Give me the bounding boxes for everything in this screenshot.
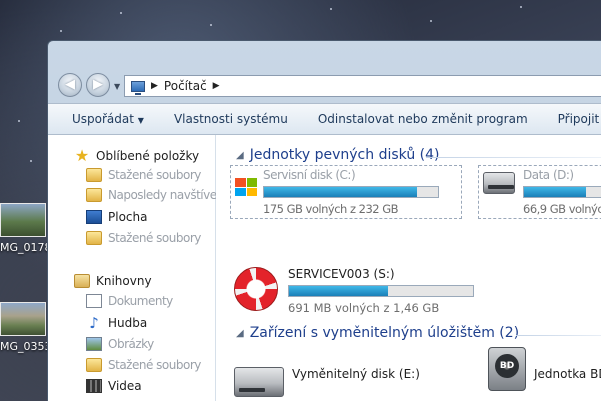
sidebar-item-label: Hudba (108, 316, 148, 330)
sidebar-item-label: Obrázky (108, 337, 154, 351)
folder-icon (86, 358, 102, 372)
collapse-arrow-icon[interactable]: ◢ (236, 328, 244, 339)
drive-name: Vyměnitelný disk (E:) (292, 367, 420, 381)
desktop-icon-label: MG_0178 (0, 241, 52, 254)
removable-group-header[interactable]: ◢ Zařízení s vyměnitelným úložištěm (2) (236, 325, 519, 341)
star (430, 20, 432, 22)
sidebar-item-downloads-lib[interactable]: Stažené soubory (86, 356, 201, 374)
drive-usage-bar (523, 186, 601, 198)
drive-free-space: 691 MB volných z 1,46 GB (288, 301, 440, 315)
sidebar-item-label: Dokumenty (108, 294, 173, 308)
lifebuoy-icon (234, 267, 278, 311)
folder-icon (86, 168, 102, 182)
drive-usage-fill (524, 187, 586, 197)
chevron-right-icon[interactable]: ▶ (151, 81, 158, 91)
star (60, 30, 62, 32)
system-properties-button[interactable]: Vlastnosti systému (174, 112, 288, 126)
libraries-icon (74, 274, 90, 288)
desktop-icon-label: MG_0353 (0, 340, 52, 353)
desktop-icon (86, 210, 102, 224)
group-title: Jednotky pevných disků (4) (249, 147, 440, 163)
navigation-bar: ◀ ▶ ▼ ▶ Počítač ▶ (48, 41, 601, 103)
sidebar-item-label: Stažené soubory (108, 231, 201, 245)
drive-c[interactable]: Servisní disk (C:) 175 GB volných z 232 … (230, 165, 462, 219)
sidebar-item-downloads-2[interactable]: Stažené soubory (86, 229, 201, 247)
star (210, 24, 212, 26)
sidebar-item-label: Stažené soubory (108, 168, 201, 182)
sidebar-item-label: Knihovny (96, 274, 152, 288)
breadcrumb-computer[interactable]: Počítač (164, 79, 207, 93)
drive-free-space: 175 GB volných z 232 GB (263, 202, 399, 216)
sidebar-item-desktop[interactable]: Plocha (86, 208, 147, 226)
command-bar: Uspořádat ▼ Vlastnosti systému Odinstalo… (48, 103, 601, 135)
blu-ray-drive-icon: BD (488, 347, 526, 391)
drive-usage-bar (288, 285, 474, 297)
sidebar-item-label: Oblíbené položky (96, 149, 200, 163)
recent-places-icon (86, 188, 102, 202)
address-bar[interactable]: ▶ Počítač ▶ (124, 75, 601, 97)
drive-name: Data (D:) (523, 168, 574, 182)
photo-thumbnail (0, 203, 46, 237)
music-icon: ♪ (89, 314, 99, 332)
photo-thumbnail (0, 302, 46, 336)
sidebar-item-videos[interactable]: Videa (86, 377, 142, 395)
forward-button[interactable]: ▶ (86, 73, 110, 97)
sidebar-item-documents[interactable]: Dokumenty (86, 292, 173, 310)
group-title: Zařízení s vyměnitelným úložištěm (2) (249, 325, 520, 341)
sidebar-item-label: Naposledy navštívené (108, 188, 231, 202)
organize-menu[interactable]: Uspořádat ▼ (72, 112, 144, 126)
pictures-icon (86, 337, 102, 351)
desktop-icon-photo-1[interactable]: MG_0178 (0, 203, 52, 254)
folder-icon (86, 231, 102, 245)
sidebar-item-recent[interactable]: Naposledy navštívené (86, 186, 231, 204)
star (520, 6, 522, 8)
chevron-right-icon[interactable]: ▶ (213, 81, 220, 91)
star (30, 160, 32, 162)
explorer-window: ◀ ▶ ▼ ▶ Počítač ▶ Uspořádat ▼ Vlastnosti… (47, 40, 601, 401)
desktop-icon-photo-2[interactable]: MG_0353 (0, 302, 52, 353)
drive-usage-fill (289, 286, 389, 296)
hdd-group-header[interactable]: ◢ Jednotky pevných disků (4) (236, 147, 439, 163)
navigation-pane: ★ Oblíbené položky Stažené soubory Napos… (48, 135, 231, 401)
group-divider (516, 335, 601, 336)
sidebar-item-downloads[interactable]: Stažené soubory (86, 166, 201, 184)
drive-free-space: 66,9 GB volných (523, 202, 601, 216)
star (18, 120, 20, 122)
video-icon (86, 379, 102, 393)
computer-icon (131, 80, 145, 95)
collapse-arrow-icon[interactable]: ◢ (236, 150, 244, 161)
content-pane: ◢ Jednotky pevných disků (4) Servisní di… (216, 135, 601, 401)
recent-pages-dropdown[interactable]: ▼ (114, 82, 120, 91)
drive-usage-fill (264, 187, 418, 197)
back-button[interactable]: ◀ (58, 73, 82, 97)
removable-disk-icon (234, 367, 284, 397)
sidebar-item-favorites[interactable]: ★ Oblíbené položky (74, 147, 199, 165)
map-network-drive-button[interactable]: Připojit síťovou j (558, 112, 601, 126)
documents-icon (86, 294, 102, 308)
star (330, 8, 332, 10)
hard-drive-icon (483, 172, 515, 194)
star-icon: ★ (74, 146, 90, 165)
drive-d[interactable]: Data (D:) 66,9 GB volných (478, 165, 601, 219)
group-divider (426, 157, 601, 158)
sidebar-item-label: Stažené soubory (108, 358, 201, 372)
uninstall-program-button[interactable]: Odinstalovat nebo změnit program (318, 112, 528, 126)
drive-usage-bar (263, 186, 439, 198)
removable-disk-e[interactable]: Vyměnitelný disk (E:) (234, 363, 420, 397)
sidebar-item-libraries[interactable]: Knihovny (74, 272, 152, 290)
sidebar-item-music[interactable]: ♪ Hudba (86, 314, 147, 332)
sidebar-item-label: Plocha (108, 210, 148, 224)
bd-drive[interactable]: BD Jednotka BD (488, 347, 601, 391)
star (120, 12, 122, 14)
sidebar-item-pictures[interactable]: Obrázky (86, 335, 154, 353)
drive-name: SERVICEV003 (S:) (288, 267, 395, 281)
sidebar-item-label: Videa (108, 379, 142, 393)
windows-logo-icon (235, 178, 257, 196)
drive-name: Jednotka BD (534, 367, 601, 381)
chevron-down-icon: ▼ (137, 116, 144, 125)
drive-s[interactable]: SERVICEV003 (S:) 691 MB volných z 1,46 G… (234, 267, 474, 315)
drive-name: Servisní disk (C:) (263, 168, 356, 182)
